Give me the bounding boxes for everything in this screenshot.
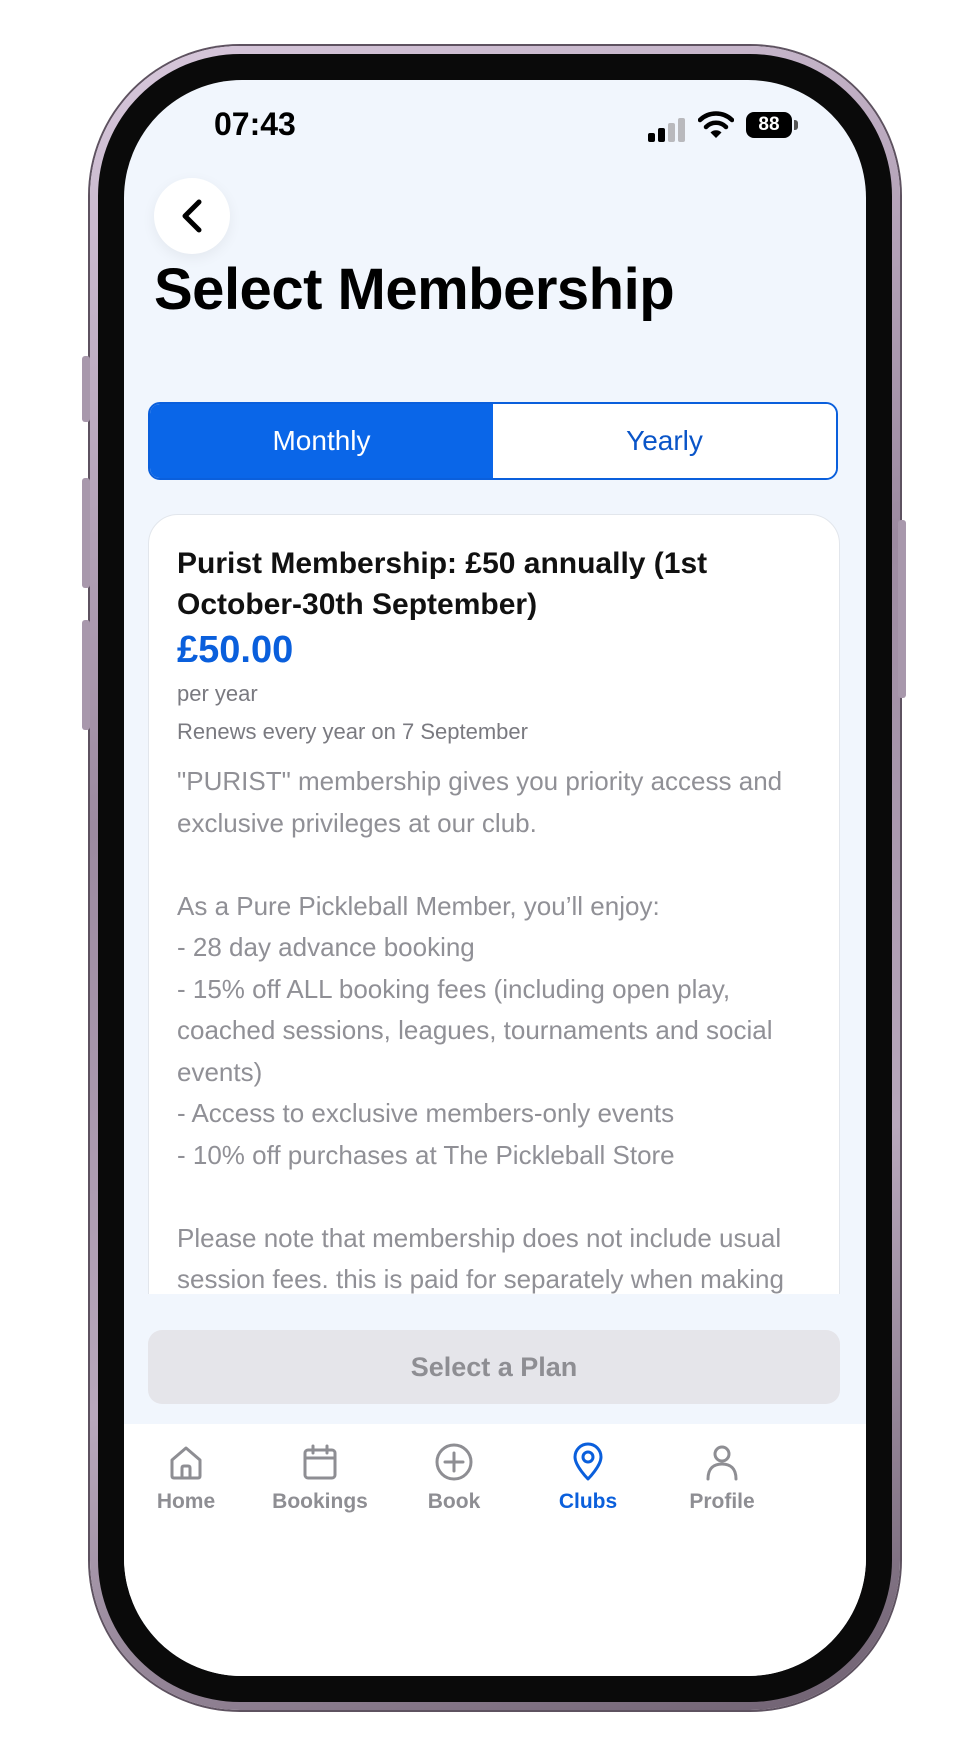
tab-home[interactable]: Home [124,1442,256,1514]
plan-name: Purist Membership: £50 annually (1st Oct… [177,547,708,621]
tab-profile-label: Profile [689,1490,755,1513]
plan-period: per year [177,681,258,706]
back-button[interactable] [154,178,230,254]
tab-profile[interactable]: Profile [652,1442,792,1514]
phone-volume-up [82,478,90,588]
phone-volume-down [82,620,90,730]
billing-period-toggle: Monthly Yearly [148,402,838,480]
select-plan-button[interactable]: Select a Plan [148,1330,840,1404]
tab-bookings[interactable]: Bookings [250,1442,390,1514]
wifi-icon [698,111,734,138]
person-icon [706,1445,738,1481]
tab-clubs-label: Clubs [558,1490,618,1513]
plan-renewal: Renews every year on 7 September [177,719,528,744]
battery-tip [794,120,798,130]
tab-bookings-label: Bookings [272,1490,368,1513]
phone-silent-switch [82,356,90,422]
calendar-icon [303,1444,337,1480]
tab-book-label: Book [427,1490,481,1513]
tab-bar: Home Bookings Book Clubs Profile [124,1424,866,1676]
page-title: Select Membership [154,257,675,322]
tab-monthly[interactable]: Monthly [150,404,493,478]
status-bar: 07:43 88 [124,80,866,170]
chevron-left-icon [182,199,202,233]
phone-power-button [898,520,906,698]
tab-home-label: Home [156,1490,216,1513]
plan-description: "PURIST" membership gives you priority a… [177,766,784,1294]
status-time: 07:43 [214,106,296,142]
location-pin-icon [573,1442,603,1481]
cellular-signal-icon [648,116,688,142]
tab-clubs[interactable]: Clubs [518,1442,658,1514]
app-screen: 07:43 88 Select Membership Monthly Yearl… [124,80,866,1676]
plus-circle-icon [435,1443,473,1481]
plan-list[interactable]: Purist Membership: £50 annually (1st Oct… [148,514,840,1294]
battery-icon: 88 [746,112,792,138]
tab-yearly[interactable]: Yearly [493,404,836,478]
battery-level: 88 [758,114,780,135]
plan-price: £50.00 [177,629,294,671]
tab-book[interactable]: Book [384,1442,524,1514]
home-icon [170,1446,202,1480]
plan-card[interactable]: Purist Membership: £50 annually (1st Oct… [148,514,840,1294]
